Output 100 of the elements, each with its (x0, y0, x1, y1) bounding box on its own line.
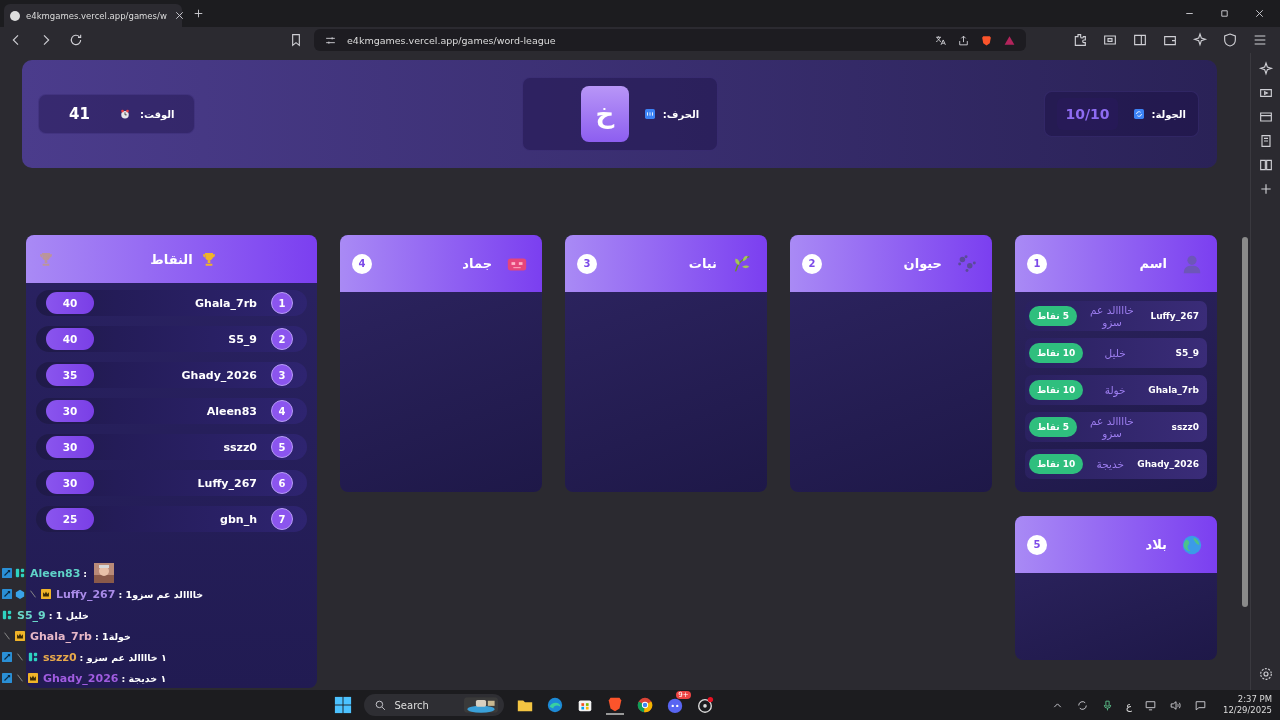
player-name: Ghady_2026 (1137, 459, 1199, 469)
lion-shield-icon[interactable] (980, 33, 993, 47)
wrench-badge-icon (2, 589, 12, 599)
record-icon[interactable] (695, 696, 714, 714)
round-counter: 10/10 (1057, 98, 1118, 130)
player-name: Aleen83 (206, 404, 257, 418)
slash-badge-icon (2, 631, 12, 641)
maximize-icon[interactable] (1218, 7, 1231, 20)
points-badge: 10 نقاط (1029, 343, 1084, 363)
sync-icon[interactable] (1076, 698, 1090, 712)
category-number: 2 (802, 253, 822, 274)
crown-badge-icon (41, 589, 51, 599)
rank-badge: 1 (271, 292, 293, 314)
globe-icon (1181, 533, 1203, 556)
new-tab-icon[interactable] (192, 7, 205, 20)
score-badge: 35 (46, 364, 94, 386)
browser-tab[interactable]: e4kmgames.vercel.app/games/w (4, 4, 182, 27)
sparkle-icon[interactable] (1192, 32, 1208, 48)
chat-username: Aleen83 (30, 566, 81, 580)
address-bar[interactable]: e4kmgames.vercel.app/games/word-league (314, 29, 1026, 51)
puzzle-icon[interactable] (1072, 32, 1088, 48)
chat-username: Ghala_7rb (30, 629, 92, 643)
trophy-icon (38, 251, 54, 267)
abc-icon (644, 109, 655, 119)
grid-badge-icon (15, 568, 25, 578)
chrome-icon[interactable] (635, 696, 654, 714)
slash-badge-icon (15, 673, 25, 683)
category-title: بلاد (1145, 537, 1167, 552)
triangle-icon[interactable] (1003, 33, 1016, 47)
timer-value: 41 (69, 105, 90, 123)
alarm-clock-icon (119, 109, 130, 119)
chat-bubble-icon[interactable] (1194, 698, 1207, 712)
score-badge: 25 (46, 508, 94, 530)
chat-message: : ١ خديجة (121, 672, 167, 684)
category-title: حيوان (903, 256, 942, 271)
wrench-badge-icon (2, 673, 12, 683)
score-badge: 40 (46, 292, 94, 314)
score-badge: 30 (46, 436, 94, 458)
network-icon[interactable] (1144, 698, 1157, 712)
answer-text: خليل (1103, 347, 1127, 359)
points-badge: 5 نقاط (1029, 417, 1077, 437)
score-badge: 30 (46, 472, 94, 494)
grid-badge-icon (2, 610, 12, 620)
chat-username: Luffy_267 (56, 587, 116, 601)
category-number: 3 (577, 253, 597, 274)
player-name: Ghala_7rb (1147, 385, 1199, 395)
wrench-badge-icon (2, 568, 12, 578)
rank-badge: 6 (271, 472, 293, 494)
chat-message: : خاااالد عم سزو1 (118, 588, 204, 600)
chat-message: : خليل 1 (48, 609, 89, 621)
close-icon[interactable] (1253, 7, 1266, 20)
sparkle-icon[interactable] (1257, 61, 1274, 77)
reload-icon[interactable] (68, 32, 84, 48)
sidebar-icon[interactable] (1132, 32, 1148, 48)
book-icon[interactable] (1257, 157, 1274, 173)
rank-badge: 7 (271, 508, 293, 530)
chat-message: : (83, 567, 88, 579)
answer-text: خولة (1103, 384, 1127, 396)
translate-icon[interactable] (934, 33, 947, 47)
player-name: S5_9 (228, 332, 257, 346)
paw-icon (956, 252, 978, 275)
search-box[interactable]: Search (363, 694, 504, 716)
clock-time[interactable]: 2:37 PM (1237, 694, 1272, 705)
menu-icon[interactable] (1252, 32, 1268, 48)
language-indicator[interactable]: ع (1126, 699, 1132, 711)
volume-icon[interactable] (1169, 698, 1182, 712)
share-icon[interactable] (957, 33, 970, 47)
lion-shield-icon[interactable] (605, 695, 624, 715)
answer-text: خاااالد عم سزو (1089, 304, 1135, 328)
rank-badge: 4 (271, 400, 293, 422)
category-number: 5 (1027, 534, 1047, 555)
rank-badge: 5 (271, 436, 293, 458)
answer-text: خديجة (1095, 458, 1125, 470)
cube-badge-icon (15, 589, 25, 599)
player-name: Ghala_7rb (195, 296, 257, 310)
slash-badge-icon (15, 652, 25, 662)
letter-tile: خ (580, 86, 629, 142)
shield-icon[interactable] (1222, 32, 1238, 48)
settings-icon[interactable] (1257, 666, 1274, 682)
timer-label: الوقت: (139, 108, 175, 120)
clock-date[interactable]: 12/29/2025 (1223, 705, 1272, 716)
trophy-icon (200, 251, 217, 267)
points-badge: 5 نقاط (1029, 306, 1077, 326)
points-badge: 10 نقاط (1029, 454, 1084, 474)
chat-message: : ١ خاااالد عم سزو (79, 651, 167, 663)
category-number: 4 (352, 253, 372, 274)
chat-username: sszz0 (43, 650, 77, 664)
windows-start-icon[interactable] (333, 696, 352, 714)
score-badge: 40 (46, 328, 94, 350)
player-name: gbn_h (220, 512, 257, 526)
favicon-icon (10, 10, 20, 21)
edge-browser-icon[interactable] (545, 696, 564, 714)
crown-badge-icon (15, 631, 25, 641)
chat-app-icon[interactable] (665, 696, 684, 714)
search-icon (373, 698, 387, 712)
score-badge: 30 (46, 400, 94, 422)
window-icon[interactable] (1102, 32, 1118, 48)
wallet-icon[interactable] (1257, 109, 1274, 125)
category-title: اسم (1139, 256, 1167, 271)
letter-label: الحرف: (662, 108, 700, 120)
